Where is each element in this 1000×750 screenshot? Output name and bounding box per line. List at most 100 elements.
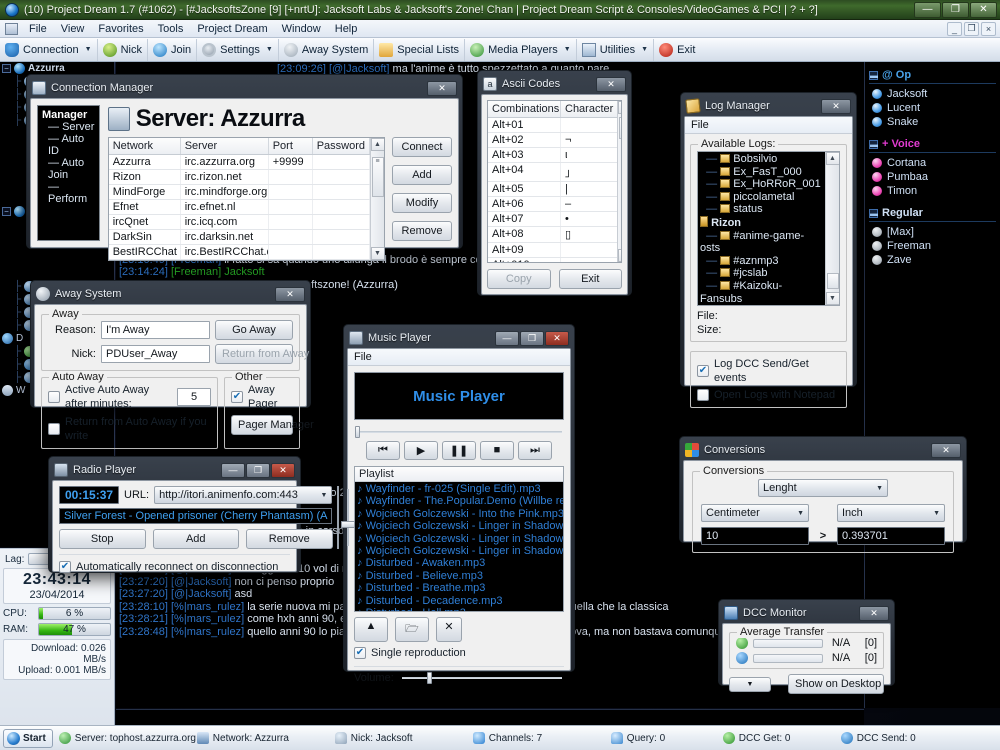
copy-button[interactable]: Copy xyxy=(487,269,551,289)
log-entry[interactable]: — #anime-game-osts xyxy=(700,230,823,255)
radio-player-close-button[interactable]: ✕ xyxy=(271,463,295,478)
playlist-item[interactable]: ♪ Disturbed - Believe.mp3 xyxy=(357,570,564,582)
auto-away-minutes-input[interactable]: 5 xyxy=(177,388,211,406)
log-entry[interactable]: — #jcslab xyxy=(700,267,823,280)
stop-button[interactable]: ■ xyxy=(480,441,514,460)
log-manager-titlebar[interactable]: Log Manager ✕ xyxy=(684,96,853,116)
checkbox-icon[interactable] xyxy=(48,423,60,435)
checkbox-icon[interactable]: ✔ xyxy=(354,647,366,659)
scroll-up-button[interactable]: ▲ xyxy=(371,138,385,151)
add-button[interactable]: Add xyxy=(392,165,452,185)
conversions-window[interactable]: Conversions ✕ Conversions Lenght ▼ Centi… xyxy=(679,436,967,543)
table-row[interactable]: Alt+07• xyxy=(488,212,617,227)
playlist-item[interactable]: ♪ Wayfinder - fr-025 (Single Edit).mp3 xyxy=(357,483,564,495)
chevron-down-icon[interactable]: ▼ xyxy=(797,510,804,517)
nicklist-item-freeman[interactable]: Freeman xyxy=(869,239,996,253)
radio-remove-button[interactable]: Remove xyxy=(246,529,333,549)
toolbar-button-special-lists[interactable]: Special Lists xyxy=(374,39,465,61)
nicklist-item-zave[interactable]: Zave xyxy=(869,253,996,267)
chat-input[interactable] xyxy=(116,709,864,725)
seek-slider[interactable] xyxy=(354,425,564,439)
nicklist-item-timon[interactable]: Timon xyxy=(869,184,996,198)
connection-manager-close-button[interactable]: ✕ xyxy=(427,81,457,96)
playlist-item[interactable]: ♪ Wojciech Golczewski - Into the Pink.mp… xyxy=(357,508,564,520)
away-system-titlebar[interactable]: Away System ✕ xyxy=(34,284,307,304)
radio-player-maximize-button[interactable]: ❐ xyxy=(246,463,270,478)
nicklist-item-max[interactable]: [Max] xyxy=(869,225,996,239)
music-player-window[interactable]: Music Player — ❐ ✕ File Music Player xyxy=(343,324,575,672)
ascii-codes-window[interactable]: a Ascii Codes ✕ Combinations Character A… xyxy=(477,70,632,296)
checkbox-return-auto-away[interactable]: Return from Auto Away if you write xyxy=(48,415,211,443)
log-entry[interactable]: — #Kaizoku-Fansubs xyxy=(700,280,823,305)
nicklist-item-snake[interactable]: Snake xyxy=(869,115,996,129)
show-on-desktop-button[interactable]: Show on Desktop xyxy=(788,674,884,694)
dcc-monitor-close-button[interactable]: ✕ xyxy=(859,606,889,621)
nicklist-item-lucent[interactable]: Lucent xyxy=(869,101,996,115)
checkbox-icon[interactable]: ✔ xyxy=(59,561,71,573)
table-row[interactable]: BestIRCChat irc.BestIRCChat.de xyxy=(109,245,370,260)
chevron-down-icon[interactable]: ▼ xyxy=(321,492,328,499)
connect-button[interactable]: Connect xyxy=(392,137,452,157)
to-unit-select[interactable]: Inch ▼ xyxy=(837,504,945,522)
menu-item-tools[interactable]: Tools xyxy=(151,21,191,37)
expand-icon[interactable]: − xyxy=(2,64,11,73)
radio-player-minimize-button[interactable]: — xyxy=(221,463,245,478)
cm-grid-scrollbar[interactable]: ▲ ≡ ▼ xyxy=(370,138,384,260)
checkbox-active-auto-away[interactable]: Active Auto Away after minutes: xyxy=(48,383,172,411)
cm-tree-item-server[interactable]: — Server xyxy=(42,121,95,133)
playlist-item[interactable]: ♪ Disturbed - Breathe.mp3 xyxy=(357,582,564,594)
table-row[interactable]: Alt+01 xyxy=(488,118,617,133)
toolbar-button-exit[interactable]: Exit xyxy=(654,39,700,61)
table-row[interactable]: Azzurra irc.azzurra.org +9999 xyxy=(109,155,370,170)
cm-tree-item-perform[interactable]: — Perform xyxy=(42,181,95,205)
ascii-scrollbar[interactable]: ▲ ▼ xyxy=(617,101,622,262)
toolbar-button-away-system[interactable]: Away System xyxy=(279,39,374,61)
checkbox-single-reproduction[interactable]: ✔ Single reproduction xyxy=(354,646,564,660)
playlist-item[interactable]: ♪ Wojciech Golczewski - Linger in Shadow… xyxy=(357,533,564,545)
checkbox-away-pager[interactable]: ✔ Away Pager xyxy=(231,383,293,411)
table-row[interactable]: Alt+04」 xyxy=(488,163,617,182)
play-button[interactable]: ▶ xyxy=(404,441,438,460)
statusbar-item-dcc-get[interactable]: DCC Get: 0 xyxy=(723,732,841,744)
menu-item-window[interactable]: Window xyxy=(275,21,328,37)
chevron-down-icon[interactable]: ▼ xyxy=(564,46,571,53)
log-entry[interactable]: — #aznmp3 xyxy=(700,255,823,268)
table-row[interactable]: Alt+02¬ xyxy=(488,133,617,148)
music-player-maximize-button[interactable]: ❐ xyxy=(520,331,544,346)
scroll-down-button[interactable]: ▼ xyxy=(618,249,622,262)
radio-stop-button[interactable]: Stop xyxy=(59,529,146,549)
conversions-close-button[interactable]: ✕ xyxy=(931,443,961,458)
table-row[interactable]: Alt+06– xyxy=(488,197,617,212)
connection-manager-window[interactable]: Connection Manager ✕ Manager — Server — … xyxy=(26,74,463,249)
music-player-menu-file[interactable]: File xyxy=(354,351,372,363)
scroll-up-button[interactable]: ▲ xyxy=(826,152,840,165)
statusbar-item-dcc-send[interactable]: DCC Send: 0 xyxy=(841,732,979,744)
go-away-button[interactable]: Go Away xyxy=(215,320,293,340)
return-from-away-button[interactable]: Return from Away xyxy=(215,344,293,364)
checkbox-auto-reconnect[interactable]: ✔ Automatically reconnect on disconnecti… xyxy=(59,554,290,574)
statusbar-item-nick[interactable]: Nick: Jacksoft xyxy=(335,732,473,744)
toolbar-button-connection[interactable]: Connection ▼ xyxy=(0,39,98,61)
cm-tree-item-auto-join[interactable]: — Auto Join xyxy=(42,157,95,181)
radio-player-titlebar[interactable]: Radio Player — ❐ ✕ xyxy=(52,460,297,480)
ascii-codes-titlebar[interactable]: a Ascii Codes ✕ xyxy=(481,74,628,94)
nicklist-item-cortana[interactable]: Cortana xyxy=(869,156,996,170)
log-folder[interactable]: Rizon xyxy=(700,216,823,230)
scroll-up-button[interactable]: ▲ xyxy=(618,101,622,114)
next-button[interactable]: ⏭ xyxy=(518,441,552,460)
connection-manager-titlebar[interactable]: Connection Manager ✕ xyxy=(30,78,459,98)
away-system-window[interactable]: Away System ✕ Away Reason: I'm Away Go A… xyxy=(30,280,311,408)
nicklist-group-header-regular[interactable]: ▬ Regular xyxy=(869,207,996,219)
table-row[interactable]: Rizon irc.rizon.net xyxy=(109,170,370,185)
reason-input[interactable]: I'm Away xyxy=(101,321,210,339)
scroll-down-button[interactable]: ▼ xyxy=(371,247,385,260)
statusbar-item-server[interactable]: Server: tophost.azzurra.org xyxy=(59,732,197,744)
toolbar-button-nick[interactable]: Nick xyxy=(98,39,148,61)
chevron-down-icon[interactable]: ▼ xyxy=(641,46,648,53)
radio-volume-thumb[interactable] xyxy=(341,521,355,528)
prev-button[interactable]: ⏮ xyxy=(366,441,400,460)
chevron-down-icon[interactable]: ▼ xyxy=(933,510,940,517)
volume-slider-thumb[interactable] xyxy=(427,672,432,684)
table-row[interactable]: Alt+010 xyxy=(488,258,617,263)
log-entry[interactable]: — #mikuchan xyxy=(700,305,823,306)
